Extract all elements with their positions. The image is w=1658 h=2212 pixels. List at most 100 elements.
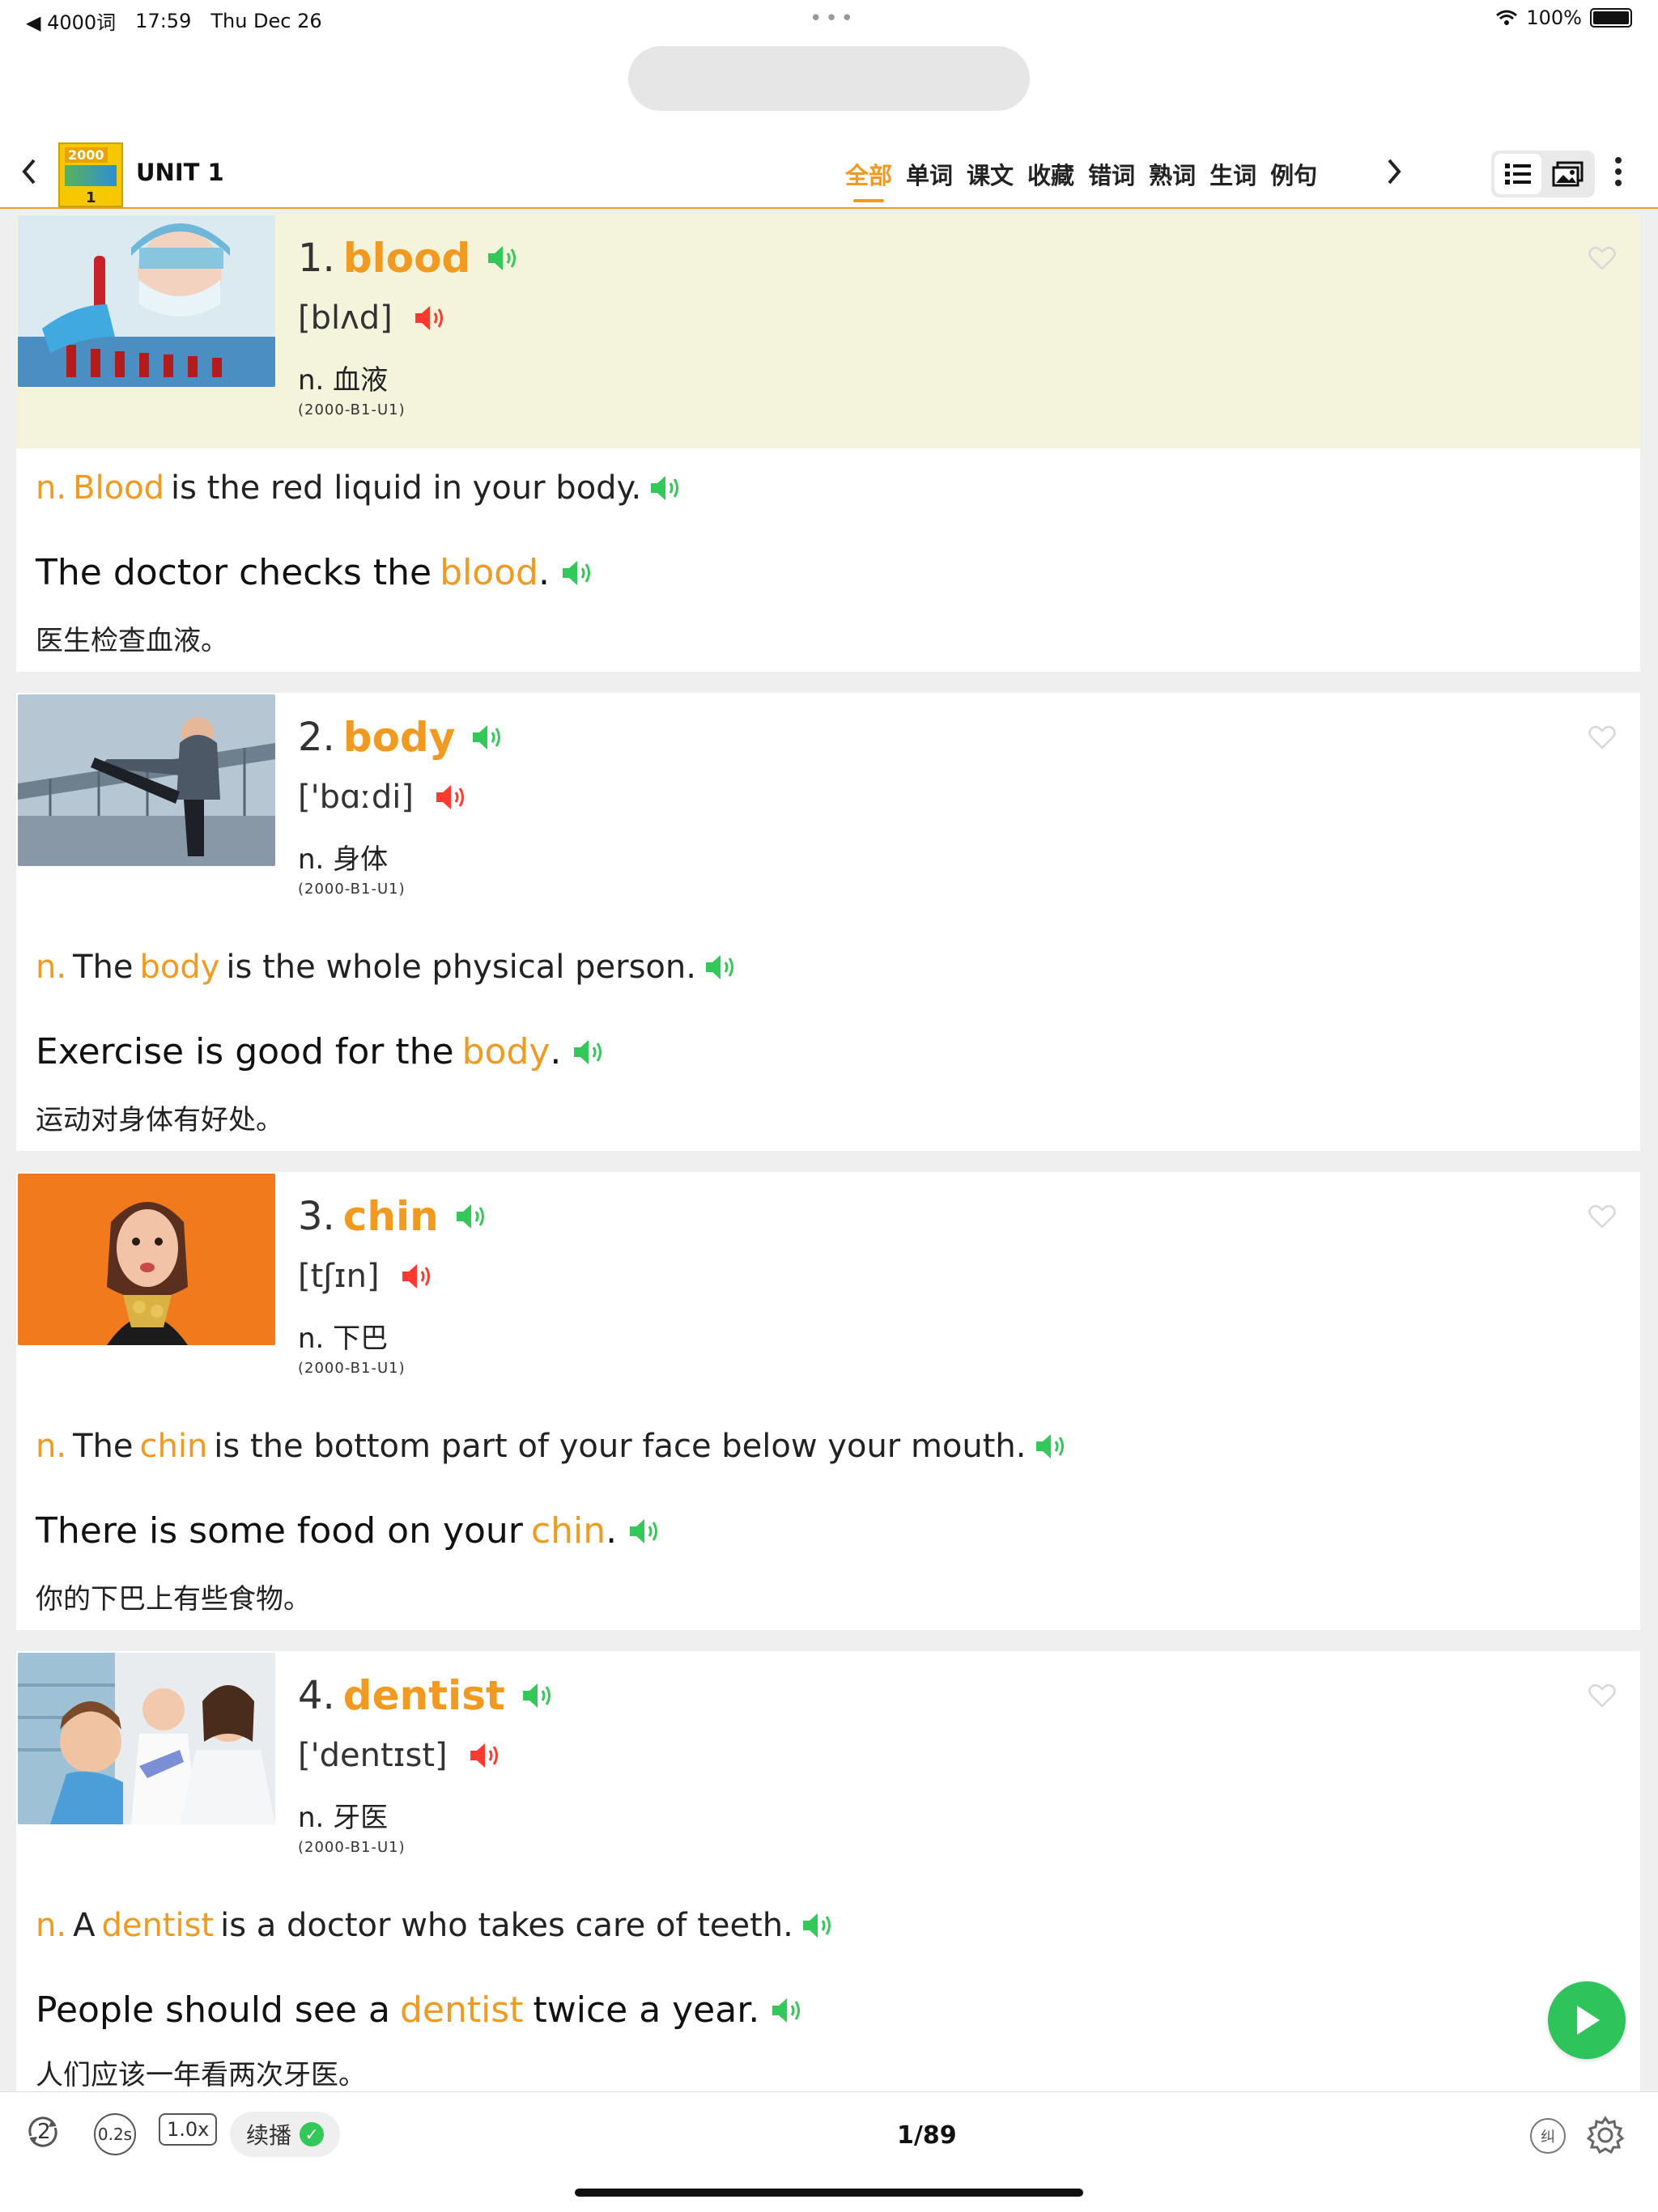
example-text-pre: There is some food on your xyxy=(36,1510,523,1552)
word-image-dentist xyxy=(18,1653,275,1824)
meaning: n. 下巴 xyxy=(298,1323,389,1355)
heart-outline-icon[interactable] xyxy=(1588,246,1616,270)
book-cover-label: 2000 xyxy=(65,147,108,163)
phonetic-line: ['dentɪst] xyxy=(298,1737,504,1774)
speaker-green-icon[interactable] xyxy=(769,1996,806,2025)
word-card-dentist[interactable]: 4. dentist ['dentɪst] n. 牙医 (2000-B1-U1)… xyxy=(16,1651,1640,2091)
word-image-body xyxy=(18,694,275,866)
source-tag: (2000-B1-U1) xyxy=(298,1360,406,1377)
home-indicator xyxy=(575,2189,1083,2197)
definition-line: n. The chin is the bottom part of your f… xyxy=(36,1428,1070,1465)
tab-all[interactable]: 全部 xyxy=(845,157,892,202)
speaker-green-icon[interactable] xyxy=(470,723,507,752)
part-of-speech: n. xyxy=(36,1428,67,1465)
word-number: 1. xyxy=(298,236,335,281)
definition-keyword: body xyxy=(139,949,220,986)
speaker-green-icon[interactable] xyxy=(648,473,685,503)
back-chevron-icon[interactable] xyxy=(19,155,39,196)
word-card-header: 2. body ['bɑːdi] n. 身体 (2000-B1-U1) xyxy=(16,693,1640,928)
headword[interactable]: body xyxy=(343,714,456,761)
speaker-green-icon[interactable] xyxy=(485,244,522,273)
definition-text-pre: The xyxy=(73,949,134,986)
headword[interactable]: blood xyxy=(343,235,470,282)
speaker-green-icon[interactable] xyxy=(627,1517,664,1546)
headword-line: 3. chin xyxy=(298,1193,491,1240)
tab-new-words[interactable]: 生词 xyxy=(1209,157,1256,191)
list-view-icon[interactable] xyxy=(1494,154,1541,194)
word-number: 4. xyxy=(298,1673,335,1718)
heart-outline-icon[interactable] xyxy=(1588,1683,1616,1708)
headword[interactable]: dentist xyxy=(343,1672,505,1719)
multitask-dots-icon[interactable]: ••• xyxy=(810,6,857,31)
example-translation: 医生检查血液。 xyxy=(36,625,228,657)
speaker-red-icon[interactable] xyxy=(467,1741,504,1770)
play-button[interactable] xyxy=(1548,1981,1626,2059)
example-keyword: dentist xyxy=(399,1989,524,2031)
speaker-green-icon[interactable] xyxy=(800,1911,837,1940)
source-tag: (2000-B1-U1) xyxy=(298,881,406,898)
phonetic: ['dentɪst] xyxy=(298,1737,448,1774)
tab-examples[interactable]: 例句 xyxy=(1270,157,1317,191)
headword-line: 2. body xyxy=(298,714,507,761)
word-card-body[interactable]: 2. body ['bɑːdi] n. 身体 (2000-B1-U1) n. T… xyxy=(16,693,1640,1151)
tab-words[interactable]: 单词 xyxy=(906,157,953,191)
correction-button[interactable]: 纠 xyxy=(1530,2118,1566,2154)
word-card-header: 3. chin [tʃɪn] n. 下巴 (2000-B1-U1) xyxy=(16,1172,1640,1407)
source-tag: (2000-B1-U1) xyxy=(298,1839,406,1856)
speaker-green-icon[interactable] xyxy=(1033,1432,1070,1461)
word-image-chin xyxy=(18,1174,275,1345)
heart-outline-icon[interactable] xyxy=(1588,1204,1616,1229)
interval-control[interactable]: 0.2s xyxy=(94,2113,136,2155)
more-options-icon[interactable] xyxy=(1614,155,1622,196)
speaker-green-icon[interactable] xyxy=(520,1681,557,1710)
speaker-green-icon[interactable] xyxy=(453,1202,491,1231)
tab-favorites[interactable]: 收藏 xyxy=(1027,157,1074,191)
back-to-app-link[interactable]: ◀ 4000词 xyxy=(26,6,116,35)
speaker-green-icon[interactable] xyxy=(571,1038,608,1067)
speaker-red-icon[interactable] xyxy=(433,783,470,812)
headword[interactable]: chin xyxy=(343,1193,439,1240)
continuous-play-toggle[interactable]: 续播 ✓ xyxy=(230,2112,341,2157)
heart-outline-icon[interactable] xyxy=(1588,725,1616,749)
battery-icon xyxy=(1590,8,1632,28)
word-card-header: 1. blood [blʌd] n. 血液 (2000-B1-U1) xyxy=(16,214,1640,448)
example-translation: 运动对身体有好处。 xyxy=(36,1104,283,1136)
word-card-blood[interactable]: 1. blood [blʌd] n. 血液 (2000-B1-U1) n. Bl… xyxy=(16,214,1640,672)
definition-line: n. Blood is the red liquid in your body. xyxy=(36,469,685,507)
definition-line: n. A dentist is a doctor who takes care … xyxy=(36,1907,837,1944)
speaker-green-icon[interactable] xyxy=(559,558,597,588)
nav-bar: 2000 1 UNIT 1 全部 单词 课文 收藏 错词 熟词 生词 例句 xyxy=(0,139,1658,209)
word-card-chin[interactable]: 3. chin [tʃɪn] n. 下巴 (2000-B1-U1) n. The… xyxy=(16,1172,1640,1630)
next-chevron-icon[interactable] xyxy=(1384,155,1404,196)
part-of-speech: n. xyxy=(36,1907,67,1944)
phonetic: [blʌd] xyxy=(298,299,393,337)
tab-wrong-words[interactable]: 错词 xyxy=(1088,157,1135,191)
gear-icon[interactable] xyxy=(1585,2115,1626,2155)
example-text-pre: Exercise is good for the xyxy=(36,1031,454,1072)
definition-keyword: Blood xyxy=(73,469,164,507)
example-text-post: twice a year. xyxy=(533,1989,760,2031)
address-bar[interactable] xyxy=(628,46,1030,111)
example-sentence: People should see a dentist twice a year. xyxy=(36,1989,806,2031)
phonetic: ['bɑːdi] xyxy=(298,779,414,816)
speaker-red-icon[interactable] xyxy=(412,304,449,333)
picture-view-icon[interactable] xyxy=(1545,154,1592,194)
word-number: 2. xyxy=(298,715,335,760)
book-cover-thumbnail[interactable]: 2000 1 xyxy=(58,142,123,207)
speaker-red-icon[interactable] xyxy=(399,1262,436,1291)
continuous-play-label: 续播 xyxy=(246,2122,292,2149)
example-text-pre: The doctor checks the xyxy=(36,552,432,593)
tab-text[interactable]: 课文 xyxy=(967,157,1014,191)
speaker-green-icon[interactable] xyxy=(703,953,740,982)
book-cover-number: 1 xyxy=(86,189,96,206)
phonetic-line: [tʃɪn] xyxy=(298,1258,436,1295)
speed-control[interactable]: 1.0x xyxy=(159,2113,218,2146)
definition-text: is the red liquid in your body. xyxy=(170,469,642,507)
word-card-header: 4. dentist ['dentɪst] n. 牙医 (2000-B1-U1) xyxy=(16,1651,1640,1886)
unit-title: UNIT 1 xyxy=(136,159,224,186)
check-icon: ✓ xyxy=(300,2122,325,2146)
tab-familiar-words[interactable]: 熟词 xyxy=(1149,157,1196,191)
repeat-count-control[interactable]: 2 xyxy=(24,2113,62,2150)
filter-tabs: 全部 单词 课文 收藏 错词 熟词 生词 例句 xyxy=(845,157,1317,202)
example-sentence: The doctor checks the blood. xyxy=(36,552,597,593)
